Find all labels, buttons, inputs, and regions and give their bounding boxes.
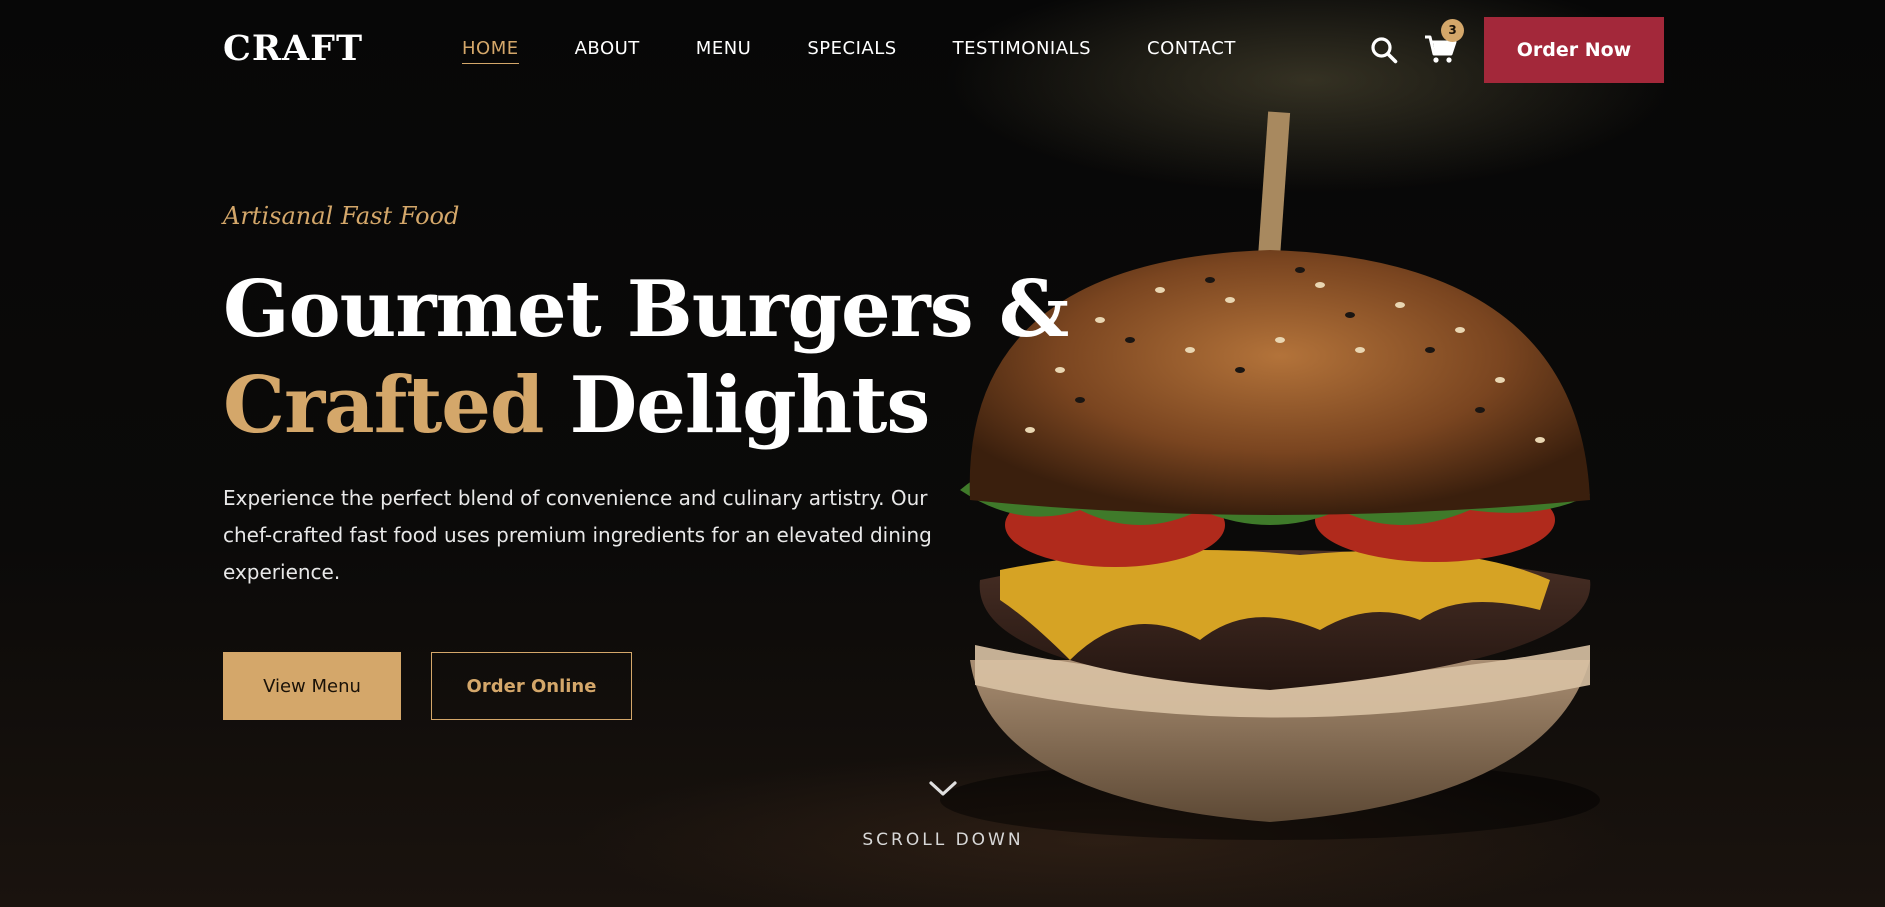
main-nav: HOME ABOUT MENU SPECIALS TESTIMONIALS CO… (462, 38, 1292, 64)
order-now-button[interactable]: Order Now (1484, 17, 1664, 83)
headline-rest: Delights (543, 360, 931, 451)
brand-logo[interactable]: CRAFT (223, 28, 363, 69)
scroll-down-label[interactable]: SCROLL DOWN (843, 830, 1043, 850)
headline-line1: Gourmet Burgers & (223, 264, 1069, 355)
order-online-button[interactable]: Order Online (431, 652, 632, 720)
search-icon[interactable] (1370, 36, 1398, 64)
view-menu-button[interactable]: View Menu (223, 652, 401, 720)
hero-section: CRAFT HOME ABOUT MENU SPECIALS TESTIMONI… (0, 0, 1885, 907)
nav-link-home[interactable]: HOME (462, 38, 519, 64)
hero-description: Experience the perfect blend of convenie… (223, 486, 932, 584)
site-header: CRAFT HOME ABOUT MENU SPECIALS TESTIMONI… (0, 0, 1885, 100)
nav-link-about[interactable]: ABOUT (575, 38, 640, 64)
hero-headline: Gourmet Burgers & Crafted Delights (223, 262, 1069, 454)
headline-accent: Crafted (223, 360, 544, 451)
nav-link-specials[interactable]: SPECIALS (807, 38, 896, 64)
nav-link-menu[interactable]: MENU (696, 38, 752, 64)
burger-image (940, 111, 1600, 840)
nav-link-testimonials[interactable]: TESTIMONIALS (953, 38, 1091, 64)
chevron-down-icon[interactable] (928, 778, 958, 800)
nav-link-contact[interactable]: CONTACT (1147, 38, 1236, 64)
cart-count-badge: 3 (1441, 19, 1464, 42)
hero-tagline: Artisanal Fast Food (223, 202, 460, 230)
